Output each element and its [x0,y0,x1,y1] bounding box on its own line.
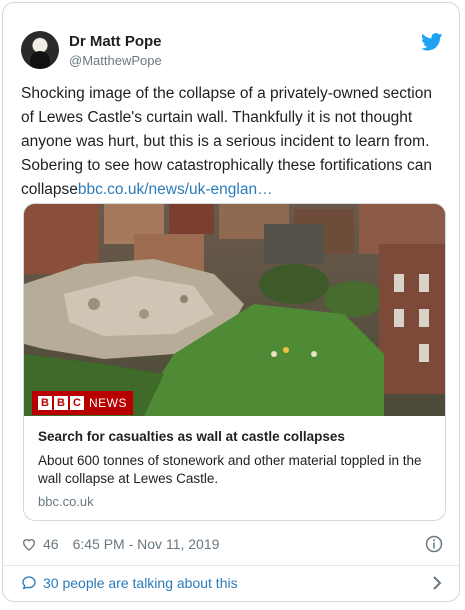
card-body: Search for casualties as wall at castle … [38,428,431,509]
conversation-count[interactable]: 30 people are talking about this [43,575,238,591]
card-title[interactable]: Search for casualties as wall at castle … [38,428,431,446]
card-description: About 600 tonnes of stonework and other … [38,453,422,486]
tweet-link[interactable]: bbc.co.uk/news/uk-englan… [78,181,273,198]
bbc-news-logo: B B C NEWS [32,391,133,415]
card-domain: bbc.co.uk [38,494,94,509]
speech-bubble-icon [22,576,36,590]
tweet-embed: Dr Matt Pope @MatthewPope Shocking image… [2,2,460,602]
twitter-bird-icon[interactable] [421,33,443,51]
heart-icon[interactable] [21,536,37,552]
author-name[interactable]: Dr Matt Pope [69,33,162,50]
card-image[interactable]: B B C NEWS [24,204,445,416]
timestamp[interactable]: 6:45 PM - Nov 11, 2019 [73,536,220,552]
bbc-logo-block: C [70,396,84,410]
like-count[interactable]: 46 [43,536,59,552]
avatar[interactable] [21,31,59,69]
info-icon[interactable] [425,535,443,553]
author-handle[interactable]: @MatthewPope [69,53,162,68]
bbc-news-word: NEWS [89,396,127,410]
tweet-text: Shocking image of the collapse of a priv… [21,82,441,202]
bbc-logo-block: B [54,396,68,410]
chevron-right-icon[interactable] [431,575,443,591]
link-card[interactable]: B B C NEWS Search for casualties as wall… [23,203,446,521]
tweet-meta: 46 6:45 PM - Nov 11, 2019 [21,533,443,555]
conversation-link[interactable]: 30 people are talking about this [21,571,443,595]
bbc-logo-block: B [38,396,52,410]
tweet-header: Dr Matt Pope @MatthewPope [21,31,443,71]
footer-divider [3,565,459,566]
